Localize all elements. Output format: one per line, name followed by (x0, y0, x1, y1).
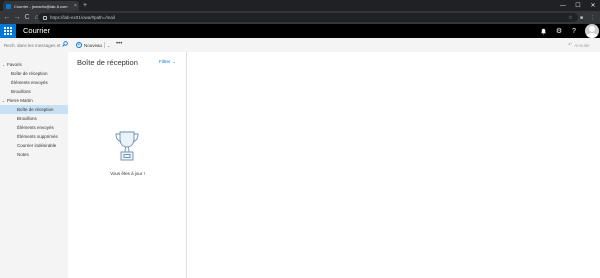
user-avatar[interactable] (584, 24, 600, 38)
extension-icon[interactable]: ■ (577, 11, 586, 24)
close-window-button[interactable]: ✕ (586, 0, 600, 11)
folder-favorites-sent[interactable]: Éléments envoyés (0, 78, 68, 87)
lock-icon (43, 15, 47, 20)
address-bar[interactable]: https://lab-ex01/owa/#path=/mail (38, 13, 578, 22)
command-bar: Rech. dans les messages et + Nouveau ⌄ •… (0, 38, 600, 52)
tab-close-icon[interactable]: × (74, 3, 77, 9)
folder-favorites-drafts[interactable]: Brouillons (0, 87, 68, 96)
account-name: Pierre Martin (7, 98, 33, 103)
new-message-label: Nouveau (84, 42, 103, 48)
search-input[interactable]: Rech. dans les messages et (4, 43, 62, 48)
help-icon[interactable]: ? (567, 24, 581, 38)
new-message-button[interactable]: + Nouveau ⌄ (76, 41, 110, 49)
minimize-button[interactable]: — (556, 0, 570, 11)
search-box[interactable]: Rech. dans les messages et (4, 41, 68, 49)
plus-circle-icon: + (76, 42, 82, 48)
browser-tab[interactable]: Courrier - jsmartin@lab-lt.com × (3, 1, 79, 11)
reading-pane (187, 52, 600, 278)
filter-label: Filtrer (159, 59, 171, 64)
new-options-chevron-icon[interactable]: ⌄ (107, 43, 110, 48)
folder-drafts[interactable]: Brouillons (0, 114, 68, 123)
avatar-placeholder-icon (585, 24, 599, 38)
back-arrow-icon[interactable]: ← (2, 11, 12, 24)
account-section-header[interactable]: ⌄ Pierre Martin (0, 96, 68, 105)
new-tab-button[interactable]: + (83, 1, 87, 10)
folder-junk-email[interactable]: Courrier indésirable (0, 141, 68, 150)
reload-icon[interactable]: C (22, 11, 32, 24)
favorites-label: Favoris (7, 62, 22, 67)
browser-menu-icon[interactable]: ⋮ (588, 11, 597, 24)
empty-inbox-message: Vous êtes à jour ! (110, 171, 145, 176)
app-launcher-icon[interactable] (0, 24, 16, 38)
app-title: Courrier (23, 26, 51, 35)
folder-favorites-inbox[interactable]: Boîte de réception (0, 69, 68, 78)
folder-pane: ⌄ Favoris Boîte de réception Éléments en… (0, 52, 68, 278)
favorites-section-header[interactable]: ⌄ Favoris (0, 60, 68, 69)
undo-icon: ↶ (568, 42, 573, 48)
folder-inbox[interactable]: Boîte de réception (0, 105, 68, 114)
forward-arrow-icon[interactable]: → (12, 11, 22, 24)
search-icon[interactable] (62, 41, 68, 49)
message-list-title: Boîte de réception (77, 58, 138, 67)
browser-toolbar: ← → C ⌂ https://lab-ex01/owa/#path=/mail (0, 11, 600, 24)
undo-button[interactable]: ↶ Annuler (568, 41, 590, 49)
bookmark-star-icon[interactable]: ☆ (566, 11, 575, 24)
undo-label: Annuler (574, 42, 590, 48)
settings-gear-icon[interactable]: ⚙ (552, 24, 566, 38)
folder-sent-items[interactable]: Éléments envoyés (0, 123, 68, 132)
folder-notes[interactable]: Notes (0, 150, 68, 159)
filter-button[interactable]: Filtrer ⌄ (159, 59, 176, 64)
browser-tab-bar: Courrier - jsmartin@lab-lt.com × + — ☐ ✕ (0, 0, 600, 11)
trophy-icon (115, 131, 139, 161)
app-header: Courrier ⚙ ? (0, 24, 600, 38)
favorites-collapse-icon[interactable]: ⌄ (0, 62, 7, 67)
split-divider (104, 42, 106, 48)
account-collapse-icon[interactable]: ⌄ (0, 98, 7, 103)
notifications-bell-icon[interactable] (536, 24, 550, 38)
filter-chevron-icon: ⌄ (172, 59, 176, 64)
browser-tab-title: Courrier - jsmartin@lab-lt.com (14, 3, 68, 9)
address-url: https://lab-ex01/owa/#path=/mail (50, 15, 115, 20)
more-actions-button[interactable]: ••• (116, 41, 122, 47)
outlook-favicon-icon (6, 3, 11, 9)
maximize-button[interactable]: ☐ (571, 0, 585, 11)
folder-deleted-items[interactable]: Éléments supprimés (0, 132, 68, 141)
message-list-pane: Boîte de réception Filtrer ⌄ Vous êtes à… (68, 52, 187, 278)
